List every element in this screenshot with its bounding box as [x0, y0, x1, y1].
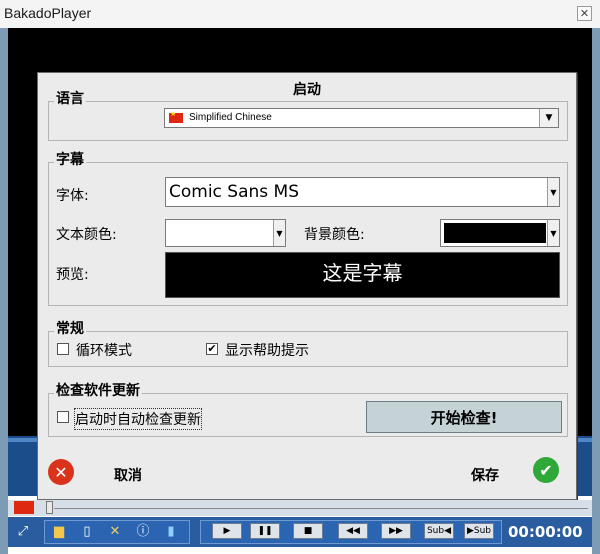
show-help-checkbox[interactable]: ✔ — [206, 343, 218, 355]
language-select-value: Simplified Chinese — [189, 112, 272, 123]
cancel-button[interactable]: 取消 — [114, 465, 142, 485]
bg-color-label: 背景颜色: — [304, 227, 365, 243]
preview-label: 预览: — [56, 267, 89, 283]
language-group-label: 语言 — [54, 88, 86, 108]
language-select[interactable]: Simplified Chinese ▼ — [164, 108, 559, 128]
window-frame-right — [592, 28, 600, 554]
font-label: 字体: — [56, 188, 89, 204]
chevron-down-icon[interactable]: ▼ — [547, 220, 559, 246]
help-book-icon[interactable]: ▮ — [162, 523, 180, 541]
font-select-value: Comic Sans MS — [169, 182, 300, 202]
check-now-button[interactable]: 开始检查! — [366, 401, 562, 433]
text-color-swatch — [168, 222, 272, 244]
loop-mode-checkbox[interactable] — [57, 343, 69, 355]
china-flag-icon — [169, 110, 183, 123]
previous-subtitle-button[interactable]: Sub◀ — [424, 523, 454, 539]
general-group-label: 常规 — [54, 318, 86, 338]
language-flag-icon — [14, 501, 34, 514]
title-bar: BakadoPlayer ✕ — [0, 0, 600, 28]
pause-button[interactable]: ❚❚ — [250, 523, 280, 539]
play-button[interactable]: ▶ — [212, 523, 242, 539]
tools-icon[interactable]: ✕ — [106, 523, 124, 541]
chevron-down-icon[interactable]: ▼ — [539, 109, 558, 127]
chevron-down-icon[interactable]: ▼ — [547, 178, 559, 206]
seek-handle[interactable] — [46, 501, 53, 514]
window-frame-left — [0, 28, 8, 554]
app-title: BakadoPlayer — [4, 5, 92, 21]
dialog-title: 启动 — [293, 82, 321, 98]
font-select[interactable]: Comic Sans MS ▼ — [165, 177, 560, 207]
forward-button[interactable]: ▶▶ — [381, 523, 411, 539]
rewind-button[interactable]: ◀◀ — [338, 523, 368, 539]
bg-color-select[interactable]: ▼ — [440, 219, 560, 247]
auto-check-label: 启动时自动检查更新 — [74, 408, 202, 430]
stop-button[interactable]: ■ — [293, 523, 323, 539]
next-subtitle-button[interactable]: ▶Sub — [464, 523, 494, 539]
chevron-down-icon[interactable]: ▼ — [273, 220, 285, 246]
document-icon[interactable]: ▯ — [78, 523, 96, 541]
update-group-label: 检查软件更新 — [54, 380, 142, 400]
subtitle-group-label: 字幕 — [54, 149, 86, 169]
show-help-label: 显示帮助提示 — [225, 343, 309, 359]
info-icon[interactable]: ⓘ — [134, 523, 152, 541]
text-color-select[interactable]: ▼ — [165, 219, 286, 247]
auto-check-checkbox[interactable] — [57, 411, 69, 423]
seek-track — [54, 508, 588, 509]
time-display: 00:00:00 — [508, 523, 583, 541]
fullscreen-icon[interactable]: ⤢ — [14, 523, 32, 541]
cancel-icon[interactable]: ✕ — [48, 459, 74, 485]
save-icon[interactable]: ✔ — [533, 457, 559, 483]
loop-mode-label: 循环模式 — [76, 343, 132, 359]
subtitle-preview-box: 这是字幕 — [165, 252, 560, 298]
folder-icon[interactable]: ▆ — [50, 523, 68, 541]
save-button[interactable]: 保存 — [471, 465, 499, 485]
startup-dialog: 启动 语言 Simplified Chinese ▼ 字幕 字体: Comic … — [37, 72, 577, 500]
bg-color-swatch — [444, 223, 546, 243]
subtitle-preview-text: 这是字幕 — [322, 261, 403, 285]
text-color-label: 文本颜色: — [56, 227, 117, 243]
window-close-button[interactable]: ✕ — [577, 6, 592, 21]
